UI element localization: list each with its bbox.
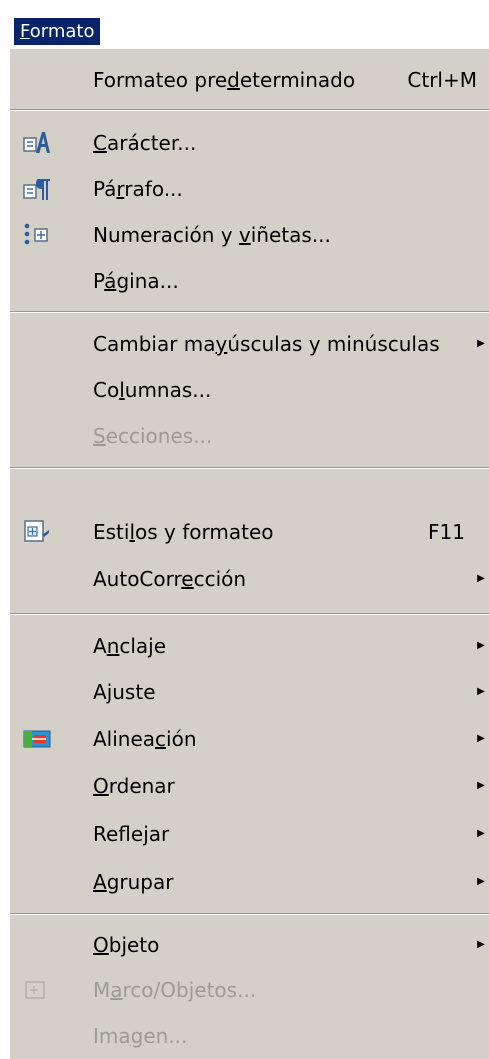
submenu-arrow-icon: ▶ (477, 828, 485, 839)
menu-item-label: Agrupar (93, 870, 174, 894)
menu-separator (10, 613, 489, 615)
paragraph-icon (23, 175, 51, 203)
menu-item-ajuste[interactable]: Ajuste ▶ (10, 669, 489, 715)
submenu-arrow-icon: ▶ (477, 876, 485, 887)
menu-item-pagina[interactable]: Página... (10, 258, 489, 304)
menu-item-alineacion[interactable]: Alineación ▶ (10, 716, 489, 762)
menu-item-label: Columnas... (93, 378, 212, 402)
submenu-arrow-icon: ▶ (477, 640, 485, 651)
menu-formato[interactable]: Formato (14, 18, 101, 45)
menu-item-label: Ajuste (93, 680, 156, 704)
submenu-arrow-icon: ▶ (477, 338, 485, 349)
styles-icon (23, 518, 51, 546)
submenu-arrow-icon: ▶ (477, 686, 485, 697)
shortcut-text: Ctrl+M (407, 68, 477, 92)
menu-item-label: Secciones... (93, 424, 213, 448)
menu-item-objeto[interactable]: Objeto ▶ (10, 922, 489, 968)
menu-separator (10, 311, 489, 313)
menu-formato-mnemonic: F (20, 21, 30, 42)
menu-item-columnas[interactable]: Columnas... (10, 367, 489, 413)
menu-item-label: Cambiar mayúsculas y minúsculas (93, 332, 440, 356)
submenu-arrow-icon: ▶ (477, 573, 485, 584)
menu-item-label: Alineación (93, 727, 197, 751)
alignment-icon (23, 725, 51, 753)
menu-item-label: Estilos y formateo (93, 520, 274, 544)
bullets-numbering-icon (23, 221, 51, 249)
character-icon (23, 129, 51, 157)
menu-item-label: Página... (93, 269, 179, 293)
submenu-arrow-icon: ▶ (477, 939, 485, 950)
menu-item-label: Carácter... (93, 131, 197, 155)
menu-item-agrupar[interactable]: Agrupar ▶ (10, 859, 489, 905)
menu-item-parrafo[interactable]: Párrafo... (10, 166, 489, 212)
menu-item-autocorreccion[interactable]: AutoCorrección ▶ (10, 556, 489, 602)
menu-item-label: Párrafo... (93, 177, 183, 201)
menu-item-formateo-predeterminado[interactable]: Formateo predeterminado Ctrl+M (10, 57, 489, 103)
menu-item-label: Numeración y viñetas... (93, 223, 331, 247)
menu-bar: Formato (0, 0, 489, 47)
menu-item-label: Anclaje (93, 634, 167, 658)
menu-separator (10, 467, 489, 469)
menu-item-reflejar[interactable]: Reflejar ▶ (10, 811, 489, 857)
menu-item-caracter[interactable]: Carácter... (10, 120, 489, 166)
frame-icon (23, 976, 51, 1004)
menu-item-label: AutoCorrección (93, 567, 247, 591)
menu-item-numeracion-vinetas[interactable]: Numeración y viñetas... (10, 212, 489, 258)
menu-item-ordenar[interactable]: Ordenar ▶ (10, 763, 489, 809)
menu-separator (10, 913, 489, 915)
menu-item-label: Imagen... (93, 1024, 188, 1048)
menu-item-imagen: Imagen... (10, 1013, 489, 1059)
menu-item-estilos-formateo[interactable]: Estilos y formateo F11 (10, 509, 489, 555)
submenu-arrow-icon: ▶ (477, 780, 485, 791)
menu-formato-label: ormato (29, 21, 95, 42)
submenu-arrow-icon: ▶ (477, 733, 485, 744)
menu-item-label: Formateo predeterminado (93, 68, 356, 92)
menu-item-secciones: Secciones... (10, 413, 489, 459)
menu-item-marco-objetos: Marco/Objetos... (10, 967, 489, 1013)
menu-item-label: Marco/Objetos... (93, 978, 257, 1002)
formato-dropdown-menu: Formateo predeterminado Ctrl+M Carácter.… (8, 47, 489, 1059)
menu-item-label: Objeto (93, 933, 160, 957)
menu-item-label: Ordenar (93, 774, 175, 798)
menu-item-anclaje[interactable]: Anclaje ▶ (10, 623, 489, 669)
shortcut-text: F11 (428, 520, 465, 544)
menu-item-label: Reflejar (93, 822, 170, 846)
menu-separator (10, 109, 489, 111)
menu-item-cambiar-mayusculas[interactable]: Cambiar mayúsculas y minúsculas ▶ (10, 321, 489, 367)
